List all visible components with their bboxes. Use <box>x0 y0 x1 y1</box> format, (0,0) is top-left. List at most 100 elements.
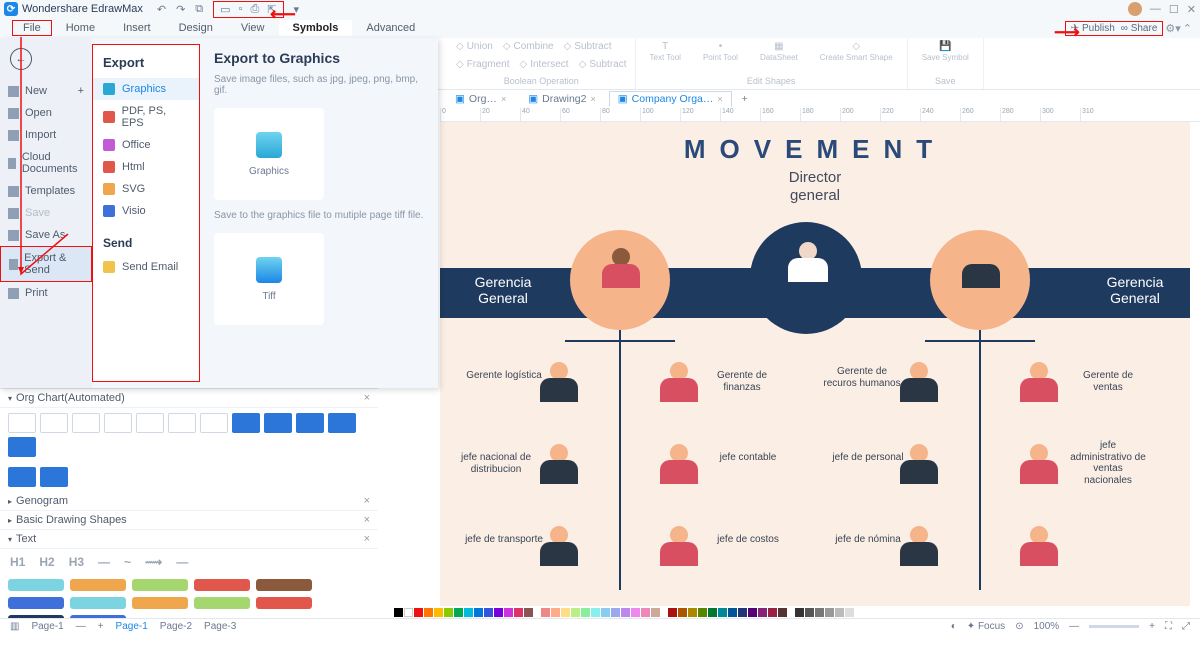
status-page1[interactable]: Page-1 <box>31 621 63 632</box>
page2-tab[interactable]: Page-2 <box>160 621 192 632</box>
page-indicator-icon[interactable]: ▥ <box>10 621 19 632</box>
doc-tab-1[interactable]: ▣Org…× <box>446 91 515 107</box>
menu-insert[interactable]: Insert <box>109 20 165 36</box>
color-palette[interactable] <box>394 608 1190 618</box>
page1-tab[interactable]: Page-1 <box>116 621 148 632</box>
save-icon[interactable]: ▫ <box>239 3 243 16</box>
undo-icon[interactable]: ↶ <box>157 3 166 16</box>
export-card-graphics[interactable]: Graphics <box>214 108 324 200</box>
export-pdf[interactable]: PDF, PS, EPS <box>93 100 199 134</box>
shape[interactable] <box>40 467 68 487</box>
zoom-in-button[interactable]: + <box>1149 621 1155 632</box>
pdf-icon <box>103 111 115 123</box>
shape[interactable] <box>264 413 292 433</box>
print-icon[interactable]: ⎙ <box>250 3 259 16</box>
p-extra <box>1020 526 1058 566</box>
file-col-preview: Export to Graphics Save image files, suc… <box>200 38 438 388</box>
menu-advanced[interactable]: Advanced <box>352 20 429 36</box>
export-html[interactable]: Html <box>93 156 199 178</box>
h2-button[interactable]: H2 <box>39 555 54 569</box>
decor-row <box>0 575 378 618</box>
conn <box>565 340 675 342</box>
new-window-icon[interactable]: ⧉ <box>195 3 203 16</box>
export-panel-desc: Save image files, such as jpg, jpeg, png… <box>214 74 424 96</box>
h1-button[interactable]: H1 <box>10 555 25 569</box>
export-card-tiff[interactable]: Tiff <box>214 233 324 325</box>
export-graphics[interactable]: Graphics <box>93 78 199 100</box>
export-visio[interactable]: Visio <box>93 200 199 222</box>
shape[interactable] <box>72 413 100 433</box>
maximize-icon[interactable]: ☐ <box>1169 3 1179 16</box>
combine-button[interactable]: ◇ Combine <box>503 41 554 52</box>
export-office[interactable]: Office <box>93 134 199 156</box>
h3-button[interactable]: H3 <box>69 555 84 569</box>
union-button[interactable]: ◇ Union <box>456 41 493 52</box>
fit-page-icon[interactable]: ⛶ <box>1165 621 1172 632</box>
menubar: File Home Insert Design View Symbols Adv… <box>0 18 1200 38</box>
page3-tab[interactable]: Page-3 <box>204 621 236 632</box>
collapse-ribbon-icon[interactable]: ⌃ <box>1183 22 1192 35</box>
user-avatar[interactable] <box>1128 2 1142 16</box>
section-genogram[interactable]: ▸Genogram× <box>0 492 378 511</box>
subtract-button[interactable]: ◇ Subtract <box>564 41 612 52</box>
section-orgchart[interactable]: ▾Org Chart(Automated)× <box>0 389 378 408</box>
subtract2-button[interactable]: ◇ Subtract <box>579 59 627 70</box>
tiff-card-icon <box>256 257 282 283</box>
p-nomina <box>900 526 938 566</box>
add-tab-button[interactable]: + <box>742 93 748 105</box>
p-transporte <box>540 526 578 566</box>
text-heading-row: H1 H2 H3 —~⟿— <box>0 549 378 575</box>
cap-personal: jefe de personal <box>828 452 908 464</box>
shape[interactable] <box>136 413 164 433</box>
graphics-card-icon <box>256 132 282 158</box>
export-svg[interactable]: SVG <box>93 178 199 200</box>
section-text[interactable]: ▾Text× <box>0 530 378 549</box>
shape[interactable] <box>8 437 36 457</box>
doc-tab-2[interactable]: ▣Drawing2× <box>519 91 605 107</box>
fragment-button[interactable]: ◇ Fragment <box>456 59 510 70</box>
shape[interactable] <box>232 413 260 433</box>
minimize-icon[interactable]: — <box>1150 3 1161 15</box>
cap-finanzas: Gerente de finanzas <box>702 370 782 393</box>
p-contable <box>660 444 698 484</box>
intersect-button[interactable]: ◇ Intersect <box>520 59 569 70</box>
email-icon <box>103 261 115 273</box>
share-button[interactable]: ∞ Share <box>1121 23 1158 34</box>
fullscreen-icon[interactable]: ⤢ <box>1182 621 1190 632</box>
annotation-arrow-share: ⟶ <box>1054 22 1080 43</box>
doc-tab-3[interactable]: ▣Company Orga…× <box>609 91 732 107</box>
datasheet-button[interactable]: ▦DataSheet <box>754 41 804 62</box>
shape[interactable] <box>168 413 196 433</box>
create-smart-button[interactable]: ◇Create Smart Shape <box>814 41 899 62</box>
menu-design[interactable]: Design <box>165 20 227 36</box>
svg-icon <box>103 183 115 195</box>
shape[interactable] <box>296 413 324 433</box>
shape[interactable] <box>328 413 356 433</box>
cap-ventas: Gerente de ventas <box>1068 370 1148 393</box>
point-tool-button[interactable]: •Point Tool <box>697 41 744 62</box>
cap-contable: jefe contable <box>708 452 788 464</box>
shape[interactable] <box>40 413 68 433</box>
open-icon[interactable]: ▭ <box>220 3 230 16</box>
save-symbol-button[interactable]: 💾Save Symbol <box>916 41 975 62</box>
shapes-pane: ▾Org Chart(Automated)× ▸Genogram× ▸Basic… <box>0 388 378 618</box>
conn <box>619 330 621 590</box>
app-logo: ⟳ <box>4 2 18 16</box>
text-tool-button[interactable]: TText Tool <box>644 41 687 62</box>
shape[interactable] <box>8 413 36 433</box>
send-email[interactable]: Send Email <box>93 256 199 278</box>
shape[interactable] <box>200 413 228 433</box>
export-panel-title: Export to Graphics <box>214 50 424 66</box>
redo-icon[interactable]: ↷ <box>176 3 185 16</box>
annotation-arrow-file <box>18 34 88 284</box>
settings-icon[interactable]: ⚙▾ <box>1165 22 1180 35</box>
shape[interactable] <box>104 413 132 433</box>
close-icon[interactable]: ✕ <box>1187 3 1196 16</box>
zoom-out-button[interactable]: — <box>1069 621 1079 632</box>
section-basic[interactable]: ▸Basic Drawing Shapes× <box>0 511 378 530</box>
shape[interactable] <box>8 467 36 487</box>
cap-rrhh: Gerente de recuros humanos <box>822 366 902 389</box>
graphics-icon <box>103 83 115 95</box>
file-print[interactable]: Print <box>0 282 92 304</box>
canvas[interactable]: MOVEMENT Directorgeneral Gerencia Genera… <box>440 122 1190 606</box>
